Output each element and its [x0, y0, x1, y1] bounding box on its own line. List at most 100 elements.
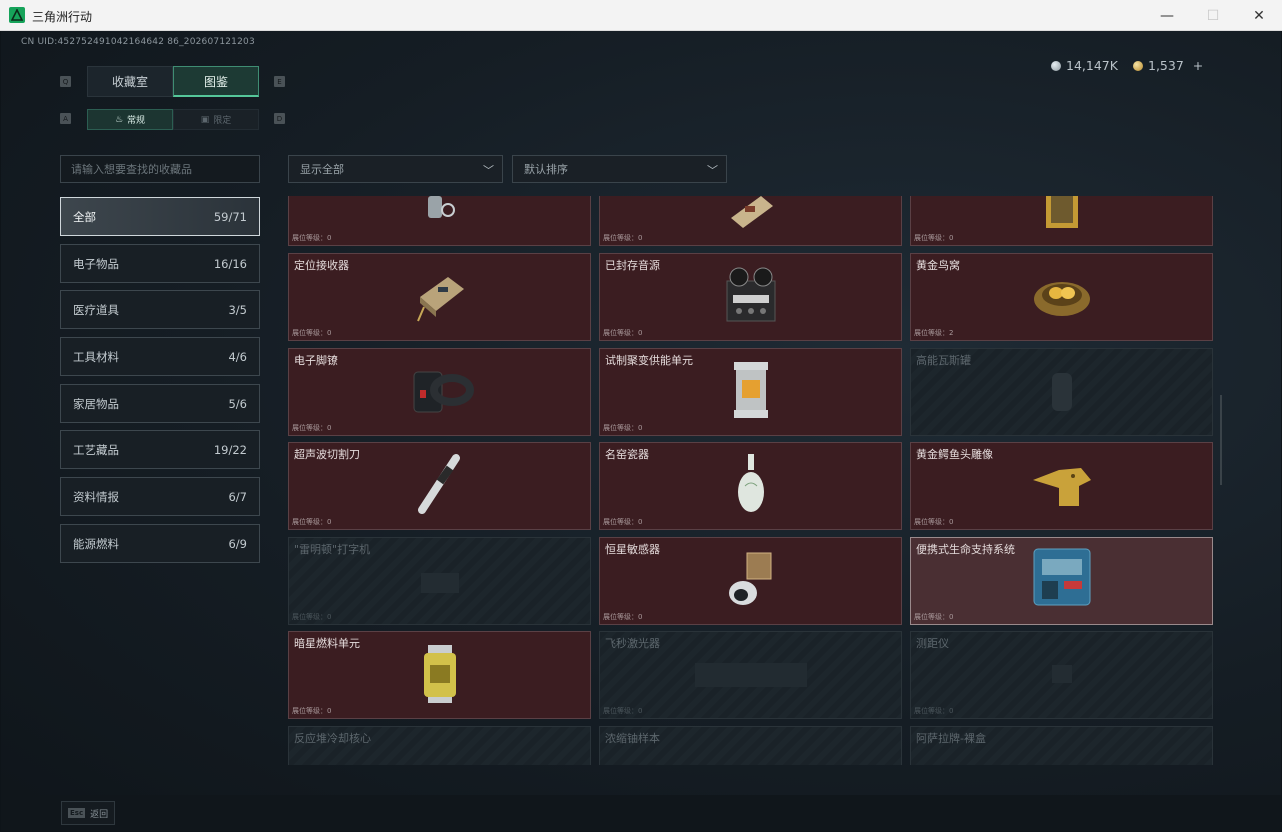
fuel-cell-item-icon — [418, 641, 462, 709]
card-name: 试制聚变供能单元 — [605, 354, 693, 367]
collection-card[interactable]: 暗星燃料单元 展位等级：0 — [288, 631, 591, 719]
search-input[interactable]: 请输入想要查找的收藏品 — [60, 155, 260, 183]
close-button[interactable]: ✕ — [1236, 0, 1282, 31]
card-level: 展位等级：2 — [914, 329, 954, 337]
collection-card-locked[interactable]: 飞秒激光器 展位等级：0 — [599, 631, 902, 719]
subtab-limited-label: 限定 — [213, 116, 232, 126]
card-level: 展位等级：0 — [292, 329, 332, 337]
collection-card-locked[interactable]: 高能瓦斯罐 — [910, 348, 1213, 436]
card-name: "雷明顿"打字机 — [294, 543, 371, 556]
category-crafts[interactable]: 工艺藏品 19/22 — [60, 430, 260, 469]
collection-card-locked[interactable]: 反应堆冷却核心 — [288, 726, 591, 765]
collection-card[interactable]: 展位等级：0 — [288, 196, 591, 246]
category-label: 医疗道具 — [73, 302, 119, 317]
collection-card[interactable]: 恒星敏感器 展位等级：0 — [599, 537, 902, 625]
category-count: 3/5 — [228, 302, 247, 317]
key-hint-d: D — [274, 113, 285, 124]
card-name: 暗星燃料单元 — [294, 637, 360, 650]
category-household[interactable]: 家居物品 5/6 — [60, 384, 260, 423]
card-name: 电子脚镣 — [294, 354, 338, 367]
collection-card[interactable]: 定位接收器 展位等级：0 — [288, 253, 591, 341]
golden-crocodile-item-icon — [1029, 458, 1095, 514]
card-level: 展位等级：0 — [603, 424, 643, 432]
collection-card[interactable]: 已封存音源 展位等级：0 — [599, 253, 902, 341]
tool-item-icon — [410, 196, 470, 234]
collection-card-locked[interactable]: 浓缩铀样本 — [599, 726, 902, 765]
collection-card-locked[interactable]: "雷明顿"打字机 展位等级：0 — [288, 537, 591, 625]
card-name: 反应堆冷却核心 — [294, 732, 371, 745]
window-titlebar: 三角洲行动 — ☐ ✕ — [0, 0, 1282, 31]
silver-currency: 14,147K — [1051, 58, 1118, 73]
category-electronics[interactable]: 电子物品 16/16 — [60, 244, 260, 283]
category-label: 家居物品 — [73, 396, 119, 411]
bottom-bar — [1, 795, 1281, 831]
silver-coin-icon — [1051, 60, 1061, 71]
collection-card[interactable]: 黄金鳄鱼头雕像 展位等级：0 — [910, 442, 1213, 530]
tab-collection[interactable]: 收藏室 — [87, 66, 173, 97]
golden-nest-item-icon — [1030, 269, 1094, 325]
subtab-limited[interactable]: ▣ 限定 — [173, 109, 259, 130]
porcelain-vase-item-icon — [731, 452, 771, 520]
card-level: 展位等级：0 — [914, 518, 954, 526]
fusion-unit-item-icon — [726, 358, 776, 426]
maximize-button[interactable]: ☐ — [1190, 0, 1236, 31]
category-intel[interactable]: 资料情报 6/7 — [60, 477, 260, 516]
card-level: 展位等级：0 — [292, 518, 332, 526]
card-level: 展位等级：0 — [914, 613, 954, 621]
collection-card-selected[interactable]: 便携式生命支持系统 展位等级：0 — [910, 537, 1213, 625]
collection-card[interactable]: 黄金鸟窝 展位等级：2 — [910, 253, 1213, 341]
card-name: 浓缩铀样本 — [605, 732, 660, 745]
minimize-button[interactable]: — — [1144, 0, 1190, 31]
card-name: 阿萨拉牌-裸盒 — [916, 732, 986, 745]
category-label: 能源燃料 — [73, 536, 119, 551]
category-energy[interactable]: 能源燃料 6/9 — [60, 524, 260, 563]
card-level: 展位等级：0 — [603, 234, 643, 242]
collection-card[interactable]: 试制聚变供能单元 展位等级：0 — [599, 348, 902, 436]
rangefinder-silhouette-icon — [1042, 653, 1082, 697]
laser-silhouette-icon — [691, 653, 811, 697]
collection-card[interactable]: 超声波切割刀 展位等级：0 — [288, 442, 591, 530]
document-item-icon — [721, 196, 781, 234]
collection-card[interactable]: 展位等级：0 — [910, 196, 1213, 246]
category-count: 19/22 — [213, 442, 247, 457]
sort-dropdown[interactable]: 默认排序 ﹀ — [512, 155, 727, 183]
app-logo-icon — [9, 7, 25, 23]
subtab-normal[interactable]: ♨ 常规 — [87, 109, 173, 130]
card-level: 展位等级：0 — [292, 613, 332, 621]
category-count: 6/9 — [228, 536, 247, 551]
collection-card[interactable]: 展位等级：0 — [599, 196, 902, 246]
filter-dropdown[interactable]: 显示全部 ﹀ — [288, 155, 503, 183]
category-label: 工艺藏品 — [73, 442, 119, 457]
game-area: CN UID:452752491042164642 86_20260712120… — [1, 31, 1281, 831]
card-name: 恒星敏感器 — [605, 543, 660, 556]
category-tools[interactable]: 工具材料 4/6 — [60, 337, 260, 376]
add-currency-button[interactable]: + — [1193, 58, 1203, 73]
category-count: 59/71 — [213, 209, 247, 224]
ultrasonic-cutter-item-icon — [410, 452, 470, 520]
card-level: 展位等级：0 — [603, 518, 643, 526]
category-medical[interactable]: 医疗道具 3/5 — [60, 290, 260, 329]
collection-card[interactable]: 名窑瓷器 展位等级：0 — [599, 442, 902, 530]
category-count: 4/6 — [228, 349, 247, 364]
card-level: 展位等级：0 — [603, 707, 643, 715]
back-button[interactable]: Esc 返回 — [61, 801, 115, 825]
collection-card[interactable]: 电子脚镣 展位等级：0 — [288, 348, 591, 436]
collection-grid: 展位等级：0 展位等级：0 展位等级：0 定位接收器 展位等级：0 已封存音源 — [288, 196, 1223, 765]
card-name: 已封存音源 — [605, 259, 660, 272]
key-hint-a: A — [60, 113, 71, 124]
gold-amount: 1,537 — [1148, 58, 1184, 73]
grid-scrollbar[interactable] — [1220, 395, 1222, 485]
card-name: 测距仪 — [916, 637, 949, 650]
back-label: 返回 — [90, 809, 109, 820]
life-support-item-icon — [1030, 545, 1094, 617]
collection-card-locked[interactable]: 测距仪 展位等级：0 — [910, 631, 1213, 719]
category-all[interactable]: 全部 59/71 — [60, 197, 260, 236]
tape-recorder-item-icon — [719, 265, 783, 329]
collection-card-locked[interactable]: 阿萨拉牌-裸盒 — [910, 726, 1213, 765]
gas-tank-silhouette-icon — [1042, 365, 1082, 419]
frame-icon: ▣ — [200, 114, 210, 125]
card-name: 飞秒激光器 — [605, 637, 660, 650]
tab-gallery[interactable]: 图鉴 — [173, 66, 259, 97]
key-hint-q: Q — [60, 76, 71, 87]
card-name: 名窑瓷器 — [605, 448, 649, 461]
